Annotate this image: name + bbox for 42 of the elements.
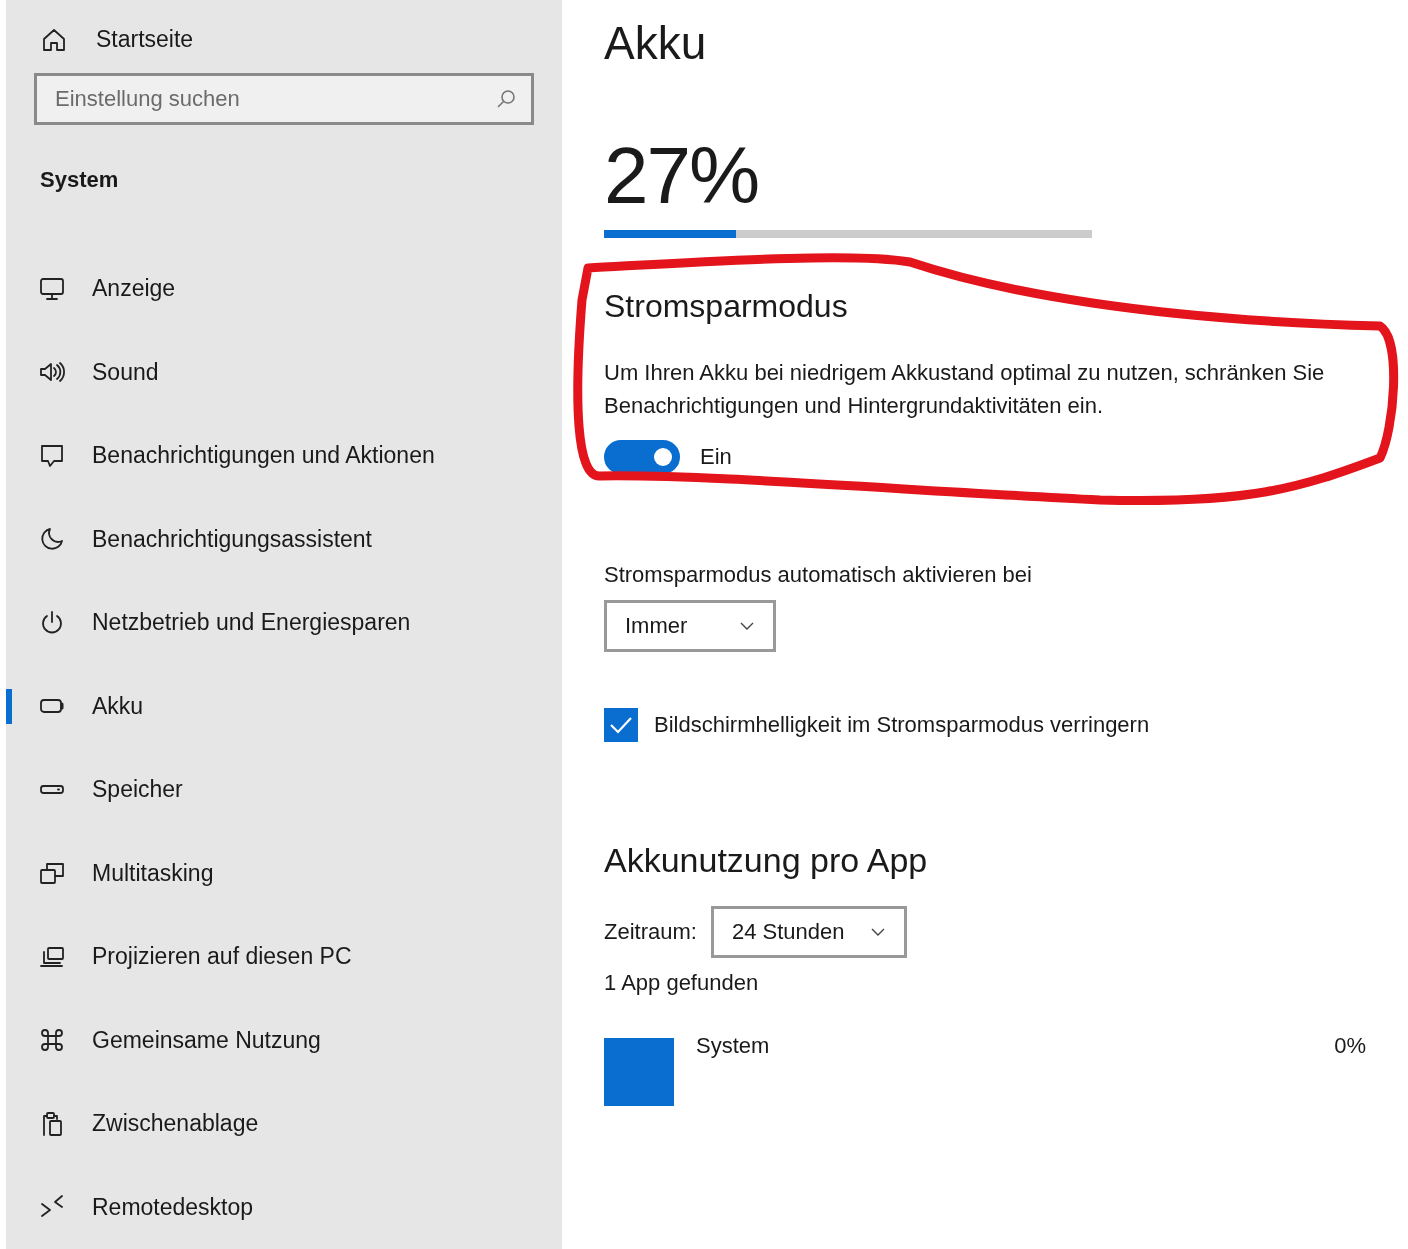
section-heading: Akkunutzung pro App	[604, 840, 928, 880]
app-tile	[604, 1038, 674, 1106]
checkbox[interactable]	[604, 708, 638, 742]
sidebar-item[interactable]: Speicher	[6, 748, 562, 832]
section-heading: Stromsparmodus	[604, 287, 848, 326]
dropdown-label: Stromsparmodus automatisch aktivieren bei	[604, 561, 1032, 589]
sidebar-item[interactable]: Benachrichtigungsassistent	[6, 497, 562, 581]
home-icon	[40, 26, 68, 53]
threshold-dropdown[interactable]: Immer	[604, 600, 776, 652]
sidebar-item[interactable]: Projizieren auf diesen PC	[6, 915, 562, 999]
search-field[interactable]: Einstellung suchen	[34, 73, 534, 125]
section-heading: System	[40, 167, 120, 193]
search-icon	[496, 89, 516, 109]
checkmark-icon	[609, 715, 633, 735]
period-dropdown[interactable]: 24 Stunden	[710, 906, 907, 958]
sidebar-item[interactable]: Zwischenablage	[6, 1082, 562, 1166]
checkbox-label: Bildschirmhelligkeit im Stromsparmodus verringern	[654, 711, 1150, 739]
app-name: System	[696, 1034, 771, 1058]
description-text: Um Ihren Akku bei niedrigem Akkustand optimal zu nutzen, schränken Sie Benachrichtigungen und Hintergrundaktivitäten ein.	[604, 359, 1326, 420]
period-label: Zeitraum:	[604, 918, 697, 946]
sidebar-item[interactable]: Benachrichtigungen und Aktionen	[6, 414, 562, 498]
battery-percent: 27%	[604, 136, 759, 216]
chevron-icon	[869, 927, 886, 937]
sidebar-item[interactable]: Akku	[6, 664, 562, 748]
moon-icon	[38, 526, 66, 553]
toggle-label: Ein	[700, 443, 732, 471]
sidebar-item[interactable]: Netzbetrieb und Energiesparen	[6, 581, 562, 665]
sidebar-item[interactable]: Sound	[6, 330, 562, 414]
page-title: Akku	[604, 16, 707, 71]
speech-bubble-icon	[38, 442, 66, 469]
home-link[interactable]: Startseite	[6, 26, 562, 53]
app-count: 1 App gefunden	[604, 969, 759, 997]
windows-icon	[38, 860, 66, 887]
app-usage: 0%	[1334, 1034, 1366, 1058]
toggle-switch[interactable]	[604, 440, 680, 474]
display-icon	[38, 275, 66, 302]
sidebar-item[interactable]: Gemeinsame Nutzung	[6, 998, 562, 1082]
chevron-icon	[739, 621, 755, 631]
command-icon	[38, 1027, 66, 1054]
sidebar-item[interactable]: Anzeige	[6, 247, 562, 331]
sidebar-item[interactable]: Remotedesktop	[6, 1165, 562, 1249]
sidebar-item[interactable]: Multitasking	[6, 831, 562, 915]
